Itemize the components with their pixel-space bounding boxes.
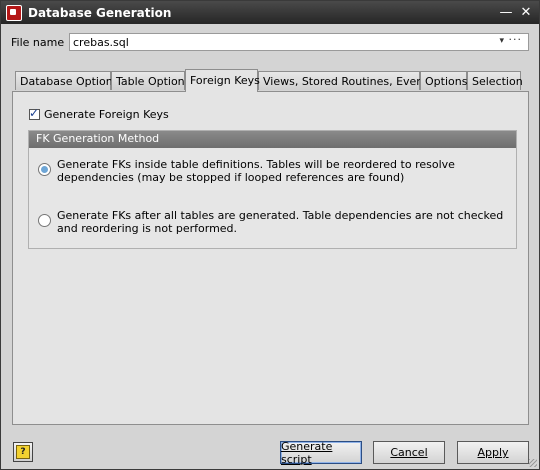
- chevron-down-icon[interactable]: ▾: [499, 36, 504, 46]
- apply-label: Apply: [477, 446, 509, 459]
- tab-table-options[interactable]: Table Options: [111, 71, 190, 90]
- file-name-row: File name crebas.sql ▾ ···: [11, 33, 531, 53]
- radio-unselected-icon[interactable]: [38, 214, 51, 227]
- fk-generation-method-group: FK Generation Method Generate FKs inside…: [28, 130, 517, 249]
- file-name-value: crebas.sql: [73, 36, 129, 49]
- tab-selection[interactable]: Selection: [467, 71, 523, 90]
- apply-button[interactable]: Apply: [457, 441, 529, 464]
- foreign-keys-panel: ✓ Generate Foreign Keys FK Generation Me…: [12, 91, 529, 425]
- cancel-label: Cancel: [390, 446, 428, 459]
- fk-generation-method-title: FK Generation Method: [29, 131, 516, 148]
- generate-script-label: Generate script: [281, 439, 333, 466]
- database-app-icon: [6, 4, 22, 21]
- window-title: Database Generation: [28, 5, 172, 20]
- generate-foreign-keys-checkbox[interactable]: ✓ Generate Foreign Keys: [29, 106, 169, 121]
- help-button[interactable]: ?: [13, 442, 33, 462]
- file-name-input[interactable]: crebas.sql ▾ ···: [69, 33, 529, 51]
- browse-button[interactable]: ···: [509, 33, 523, 46]
- checkbox-box[interactable]: ✓: [29, 106, 40, 120]
- database-generation-window: Database Generation — ✕ File name crebas…: [0, 0, 540, 470]
- fk-after-tables-radio[interactable]: Generate FKs after all tables are genera…: [38, 209, 517, 235]
- fk-after-tables-label: Generate FKs after all tables are genera…: [57, 209, 504, 235]
- fk-inside-table-radio[interactable]: Generate FKs inside table definitions. T…: [38, 158, 517, 184]
- tab-foreign-keys[interactable]: Foreign Keys: [185, 69, 260, 92]
- generate-foreign-keys-label: Generate Foreign Keys: [44, 108, 169, 121]
- cancel-button[interactable]: Cancel: [373, 441, 445, 464]
- file-name-label: File name: [11, 36, 65, 49]
- tab-views-stored-routines-events[interactable]: Views, Stored Routines, Events: [258, 71, 433, 90]
- check-icon: ✓: [29, 106, 40, 120]
- resize-grip-icon[interactable]: [529, 459, 537, 467]
- title-bar: Database Generation — ✕: [1, 1, 539, 24]
- tab-database-options[interactable]: Database Options: [15, 71, 118, 90]
- radio-selected-icon[interactable]: [38, 163, 51, 176]
- minimize-icon[interactable]: —: [497, 4, 515, 22]
- help-icon: ?: [16, 445, 30, 459]
- close-icon[interactable]: ✕: [517, 4, 535, 22]
- tab-options[interactable]: Options: [420, 71, 467, 90]
- dialog-button-bar: ? Generate script Cancel Apply: [1, 433, 539, 469]
- generate-script-button[interactable]: Generate script: [280, 439, 362, 466]
- fk-inside-table-label: Generate FKs inside table definitions. T…: [57, 158, 455, 184]
